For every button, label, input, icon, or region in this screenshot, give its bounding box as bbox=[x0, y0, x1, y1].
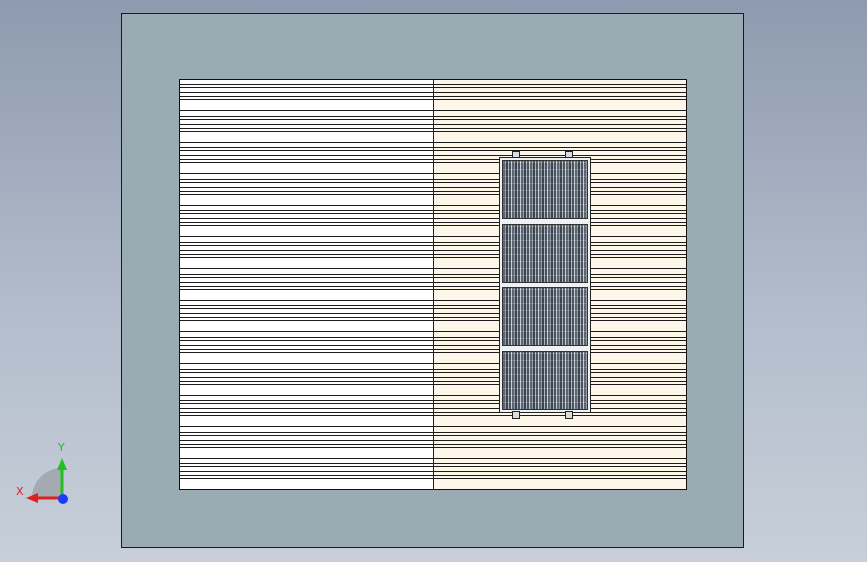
rack-panel-1[interactable] bbox=[502, 160, 588, 219]
axis-y-label: Y bbox=[58, 441, 65, 454]
rack-foot-bottom-right bbox=[565, 411, 573, 419]
rack-foot-bottom-left bbox=[512, 411, 520, 419]
axis-triad: Y X bbox=[14, 440, 74, 510]
rack-frame bbox=[499, 157, 591, 413]
rack-panel-2[interactable] bbox=[502, 224, 588, 283]
axis-triad-icon bbox=[26, 458, 68, 504]
cad-viewport[interactable]: Y X bbox=[0, 0, 867, 562]
solar-panel-rack[interactable] bbox=[499, 151, 591, 419]
axis-x-label: X bbox=[16, 485, 24, 498]
rack-panel-4[interactable] bbox=[502, 351, 588, 410]
rack-panel-3[interactable] bbox=[502, 287, 588, 346]
slatted-floor[interactable] bbox=[179, 79, 687, 490]
